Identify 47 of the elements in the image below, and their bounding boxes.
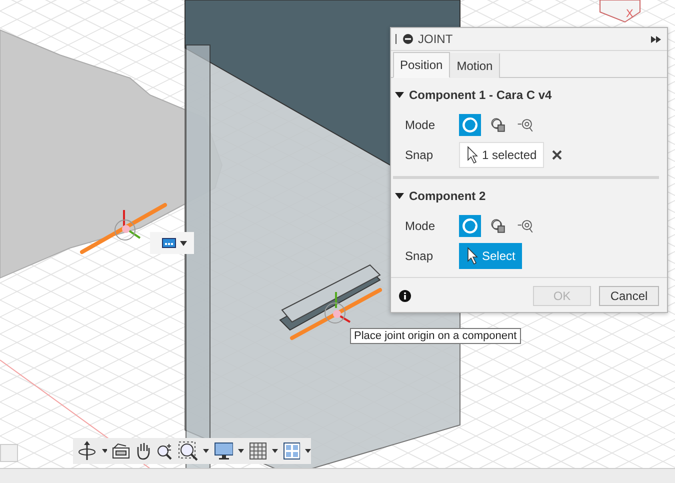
caret-icon[interactable] [238,449,244,453]
tooltip: Place joint origin on a component [350,328,521,344]
field-label: Mode [405,118,436,132]
overlap-icon [488,216,508,236]
caret-icon[interactable] [395,192,404,200]
cursor-icon [466,146,478,164]
dialog-button[interactable]: Cancel [599,286,659,306]
mode-button[interactable] [459,215,481,237]
dialog-title: JOINT [418,32,454,46]
section-title: Component 1 - Cara C v4 [409,88,552,102]
section-title: Component 2 [409,189,486,203]
selection-field[interactable]: 1 selected [459,142,544,168]
hand-icon[interactable] [135,442,151,460]
info-icon[interactable] [399,290,411,302]
collapse-icon[interactable] [403,34,413,44]
clear-button[interactable] [552,150,562,160]
grid-icon[interactable] [249,442,267,460]
mode-button[interactable] [459,114,481,136]
orbit-icon[interactable] [77,441,97,461]
cursor-icon [466,247,478,265]
display-icon [162,238,176,248]
zoom-window-icon[interactable] [178,441,198,461]
camera-icon[interactable] [112,443,130,459]
caret-icon [180,240,187,246]
joint-origin-icon [460,216,480,236]
tab[interactable]: Position [393,52,450,78]
expand-icon[interactable] [651,36,661,42]
joint-origin-icon [460,115,480,135]
floating-toolbar[interactable] [150,232,194,254]
caret-icon[interactable] [202,449,209,453]
caret-icon[interactable] [272,449,278,453]
panel-toggle[interactable] [0,444,18,462]
display-icon[interactable] [214,442,234,460]
caret-icon[interactable] [395,91,404,99]
field-label: Snap [405,148,434,162]
view-cube-drawing[interactable] [600,0,640,23]
close-icon [552,150,562,160]
overlap-icon [488,115,508,135]
zoom-icon[interactable] [156,442,174,460]
field-label: Mode [405,219,436,233]
drag-handle-icon[interactable] [395,34,398,44]
caret-icon[interactable] [305,449,311,453]
caret-icon[interactable] [102,449,108,453]
field-label: Snap [405,249,434,263]
tab[interactable]: Motion [450,53,500,78]
viewports-icon[interactable] [282,442,300,460]
axis-label: X [626,8,634,20]
